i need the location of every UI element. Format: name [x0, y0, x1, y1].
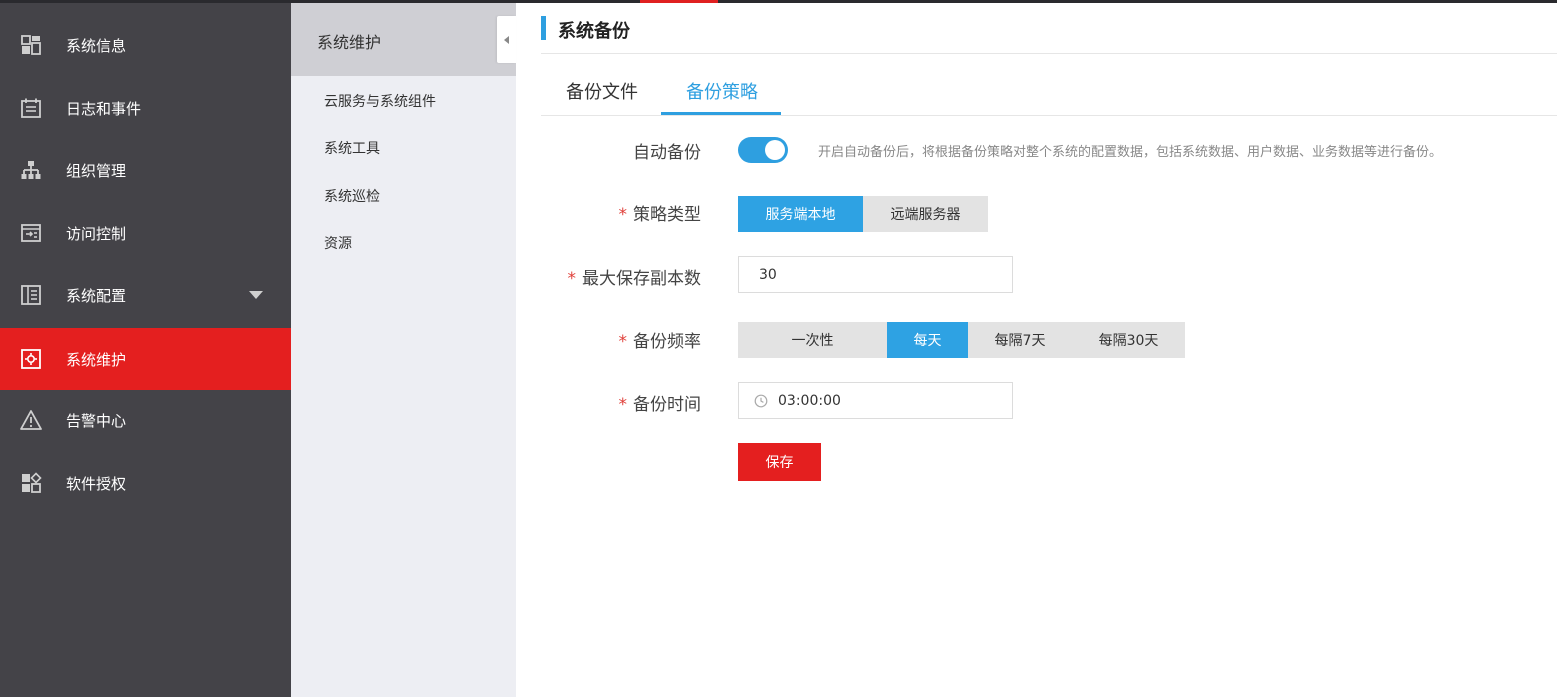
nav-item-system-maintenance[interactable]: 系统维护	[0, 328, 291, 390]
policy-type-option-local[interactable]: 服务端本地	[738, 196, 863, 232]
nav-item-label: 告警中心	[66, 411, 127, 430]
auto-backup-label: 自动备份	[633, 143, 701, 163]
frequency-label-text: 备份频率	[633, 332, 701, 352]
clock-icon	[754, 394, 768, 407]
top-bar-accent	[640, 0, 718, 3]
dashboard-icon	[21, 35, 41, 55]
submenu-item-resources[interactable]: 资源	[324, 233, 352, 253]
save-button[interactable]: 保存	[738, 443, 821, 481]
nav-item-label: 软件授权	[66, 474, 127, 493]
nav-item-org-management[interactable]: 组织管理	[0, 139, 291, 201]
policy-type-selector: 服务端本地 远端服务器	[738, 196, 988, 232]
required-marker: *	[618, 332, 628, 352]
nav-item-access-control[interactable]: 访问控制	[0, 202, 291, 264]
policy-type-label: * 策略类型	[619, 200, 702, 225]
chevron-down-icon[interactable]	[249, 291, 263, 299]
maintenance-icon	[21, 349, 41, 369]
max-copies-label-text: 最大保存副本数	[582, 269, 701, 289]
tab-backup-files[interactable]: 备份文件	[566, 78, 638, 104]
config-list-icon	[21, 285, 41, 305]
submenu-item-cloud-services[interactable]: 云服务与系统组件	[324, 91, 436, 111]
collapse-submenu-button[interactable]	[497, 16, 516, 63]
nav-item-label: 访问控制	[66, 224, 127, 243]
frequency-option-30days[interactable]: 每隔30天	[1072, 322, 1185, 358]
nav-item-software-license[interactable]: 软件授权	[0, 452, 291, 514]
submenu-title: 系统维护	[317, 33, 382, 52]
frequency-option-daily[interactable]: 每天	[887, 322, 968, 358]
max-copies-value: 30	[759, 266, 777, 283]
auto-backup-hint: 开启自动备份后，将根据备份策略对整个系统的配置数据，包括系统数据、用户数据、业务…	[818, 145, 1443, 160]
required-marker: *	[618, 395, 628, 415]
nav-item-label: 系统配置	[66, 286, 127, 305]
access-control-icon	[21, 224, 41, 242]
backup-time-input[interactable]: 03:00:00	[738, 382, 1013, 419]
page-title-marker	[541, 16, 546, 40]
policy-type-option-remote[interactable]: 远端服务器	[863, 196, 988, 232]
page-title: 系统备份	[558, 21, 630, 42]
backup-time-value: 03:00:00	[778, 392, 841, 409]
license-icon	[22, 472, 42, 493]
frequency-option-once[interactable]: 一次性	[738, 322, 887, 358]
divider	[541, 53, 1557, 54]
required-marker: *	[618, 205, 628, 225]
divider	[541, 115, 1557, 116]
nav-item-label: 日志和事件	[66, 99, 142, 118]
tab-backup-policy[interactable]: 备份策略	[686, 78, 758, 104]
calendar-log-icon	[21, 98, 41, 118]
submenu-header: 系统维护	[291, 3, 516, 76]
auto-backup-toggle[interactable]	[738, 137, 788, 163]
org-tree-icon	[21, 161, 41, 179]
chevron-left-icon	[504, 35, 509, 44]
policy-type-label-text: 策略类型	[633, 205, 701, 225]
toggle-knob	[765, 140, 785, 160]
nav-item-system-info[interactable]: 系统信息	[0, 14, 291, 76]
submenu-item-system-inspection[interactable]: 系统巡检	[324, 186, 380, 206]
submenu-item-system-tools[interactable]: 系统工具	[324, 138, 380, 158]
nav-item-system-config[interactable]: 系统配置	[0, 264, 291, 326]
max-copies-label: * 最大保存副本数	[568, 264, 702, 289]
warning-icon	[20, 410, 42, 430]
nav-item-label: 组织管理	[66, 161, 127, 180]
secondary-menu: 系统维护 云服务与系统组件 系统工具 系统巡检 资源	[291, 3, 516, 697]
nav-item-label: 系统信息	[66, 36, 127, 55]
frequency-option-7days[interactable]: 每隔7天	[968, 322, 1072, 358]
required-marker: *	[567, 269, 577, 289]
max-copies-input[interactable]: 30	[738, 256, 1013, 293]
frequency-selector: 一次性 每天 每隔7天 每隔30天	[738, 322, 1185, 358]
nav-item-label: 系统维护	[66, 350, 127, 369]
backup-time-label: * 备份时间	[619, 390, 702, 415]
nav-item-logs-events[interactable]: 日志和事件	[0, 77, 291, 139]
frequency-label: * 备份频率	[619, 327, 702, 352]
backup-time-label-text: 备份时间	[633, 395, 701, 415]
left-nav: 系统信息 日志和事件 组织管理 访问控制 系统配置 系统维护 告警中心 软件授权	[0, 3, 291, 697]
nav-item-alarm-center[interactable]: 告警中心	[0, 389, 291, 451]
